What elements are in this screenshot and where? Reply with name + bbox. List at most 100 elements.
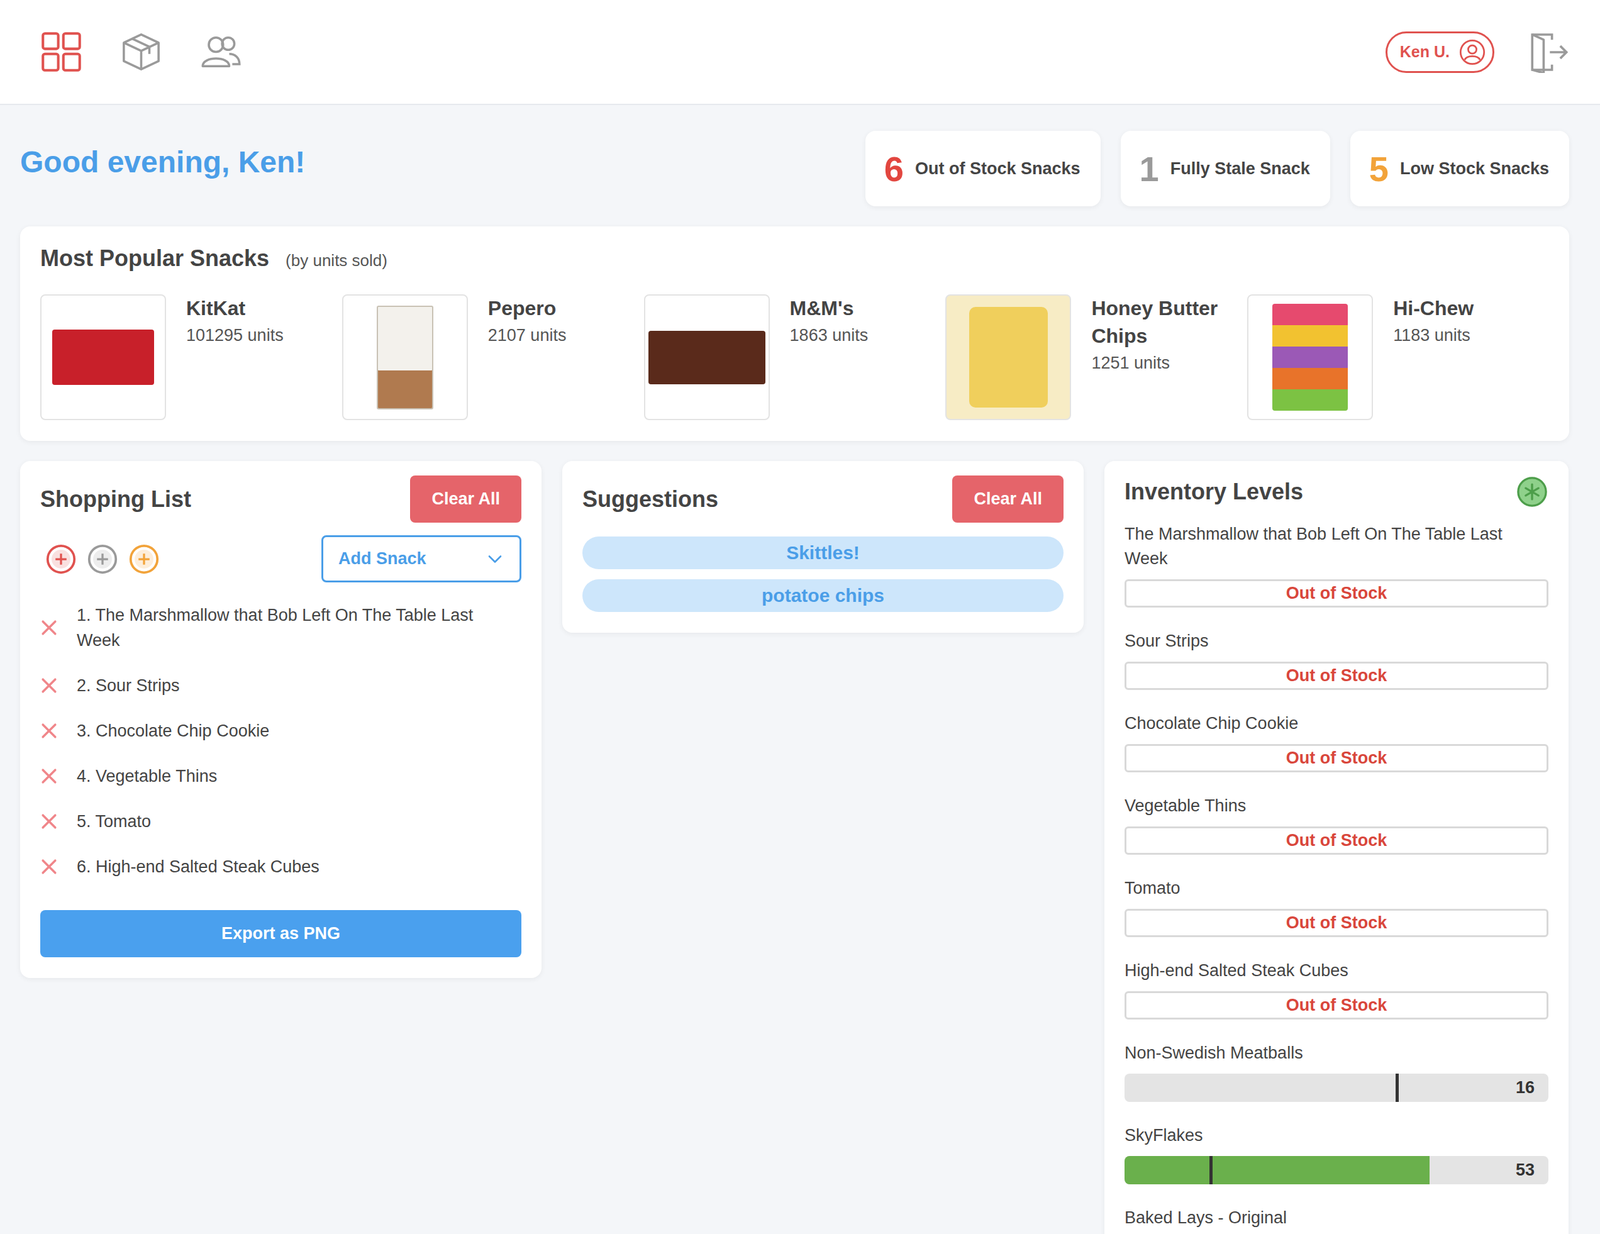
item-name: 4. Vegetable Thins — [76, 763, 480, 789]
threshold-marker — [1209, 1155, 1213, 1185]
logout-icon[interactable] — [1527, 31, 1569, 73]
box-icon[interactable] — [120, 31, 162, 73]
product-info: Honey Butter Chips1251 units — [1091, 294, 1224, 373]
product-info: Hi-Chew1183 units — [1393, 294, 1526, 346]
inventory-list: The Marshmallow that Bob Left On The Tab… — [1124, 522, 1549, 1231]
stat-count: 1 — [1139, 148, 1160, 190]
logout-button[interactable] — [1527, 31, 1569, 73]
inventory-item: Non-Swedish Meatballs 16 — [1124, 1040, 1549, 1102]
product-name: Pepero — [488, 294, 621, 323]
clear-all-button[interactable]: Clear All — [952, 475, 1064, 523]
product-units: 1863 units — [789, 325, 923, 346]
item-name: 1. The Marshmallow that Bob Left On The … — [76, 602, 480, 653]
popular-card: Most Popular Snacks(by units sold) KitKat… — [20, 226, 1570, 441]
inventory-item: The Marshmallow that Bob Left On The Tab… — [1124, 522, 1549, 608]
x-icon[interactable] — [40, 722, 58, 740]
inventory-title: Inventory Levels — [1124, 478, 1304, 506]
remove-button[interactable] — [40, 676, 58, 695]
suggestion-list: Skittles! potatoe chips — [582, 536, 1064, 612]
remove-button[interactable] — [40, 618, 58, 637]
product-image — [644, 294, 770, 421]
user-button[interactable]: Ken U. — [1385, 31, 1495, 73]
stat-card[interactable]: 5Low Stock Snacks — [1350, 130, 1570, 207]
dashboard-icon[interactable] — [40, 31, 82, 73]
suggestion-pill[interactable]: potatoe chips — [582, 579, 1064, 612]
stat-card[interactable]: 1 Fully Stale Snack — [1120, 130, 1331, 207]
plus-circle-icon[interactable] — [45, 543, 77, 575]
users-icon[interactable] — [200, 31, 242, 73]
product-info: KitKat101295 units — [186, 294, 319, 346]
product-name: Hi-Chew — [1393, 294, 1526, 323]
popular-item[interactable]: Pepero2107 units — [342, 294, 645, 421]
stat-card[interactable]: 6Out of Stock Snacks — [865, 130, 1101, 207]
stock-status: Out of Stock — [1124, 826, 1549, 855]
add-snack-dropdown[interactable]: Add Snack — [321, 535, 522, 583]
stock-status: Out of Stock — [1124, 908, 1549, 938]
remove-button[interactable] — [40, 812, 58, 831]
export-button[interactable]: Export as PNG — [40, 910, 522, 958]
add-inventory-button[interactable] — [1515, 475, 1549, 509]
product-units: 2107 units — [488, 325, 621, 346]
nav-item[interactable] — [120, 31, 162, 73]
panels-row: Shopping ListClear AllAdd Snack1. The Ma… — [20, 461, 1570, 1234]
plus-circle-icon[interactable] — [86, 543, 119, 575]
x-icon[interactable] — [40, 618, 58, 637]
x-icon[interactable] — [40, 676, 58, 695]
inventory-item: Vegetable ThinsOut of Stock — [1124, 793, 1549, 855]
item-name: High-end Salted Steak Cubes — [1124, 958, 1549, 984]
nav-item[interactable] — [200, 31, 242, 73]
remove-button[interactable] — [40, 722, 58, 740]
popular-item[interactable]: KitKat101295 units — [40, 294, 343, 421]
product-photo — [969, 306, 1048, 408]
popular-item[interactable]: M&M's1863 units — [644, 294, 946, 421]
remove-button[interactable] — [40, 767, 58, 785]
add-filter-button[interactable] — [45, 543, 77, 575]
suggestions-header: Suggestions Clear All — [582, 475, 1064, 523]
item-name: 6. High-end Salted Steak Cubes — [76, 854, 480, 880]
product-image — [342, 294, 468, 421]
x-icon[interactable] — [40, 812, 58, 831]
stat-label: Low Stock Snacks — [1400, 159, 1550, 179]
stock-count: 16 — [1515, 1073, 1535, 1102]
suggestion-pill[interactable]: Skittles! — [582, 536, 1064, 570]
add-filter-button[interactable] — [86, 543, 119, 575]
suggestions-title: Suggestions — [582, 486, 719, 513]
item-name: Tomato — [1124, 876, 1549, 901]
x-icon[interactable] — [40, 767, 58, 785]
product-units: 1183 units — [1393, 325, 1526, 346]
inventory-item: Sour StripsOut of Stock — [1124, 628, 1549, 690]
stat-label: Fully Stale Snack — [1170, 159, 1311, 179]
shopping-item: 6. High-end Salted Steak Cubes — [40, 844, 522, 890]
item-name: 5. Tomato — [76, 808, 480, 834]
item-name: SkyFlakes — [1124, 1123, 1549, 1148]
popular-header: Most Popular Snacks(by units sold) — [40, 245, 1550, 272]
asterisk-icon[interactable] — [1515, 475, 1549, 509]
x-icon[interactable] — [40, 857, 58, 876]
clear-all-button[interactable]: Clear All — [410, 475, 522, 523]
product-image — [40, 294, 167, 421]
item-name: 2. Sour Strips — [76, 672, 480, 699]
product-photo — [1272, 303, 1348, 411]
product-photo — [648, 330, 766, 385]
item-name: Non-Swedish Meatballs — [1124, 1040, 1549, 1066]
plus-circle-icon[interactable] — [128, 543, 160, 575]
nav-item[interactable] — [40, 31, 82, 73]
add-filter-button[interactable] — [128, 543, 160, 575]
main-content: Good evening, Ken!6Out of Stock Snacks1F… — [0, 130, 1600, 1234]
filter-buttons — [45, 543, 160, 575]
popular-list: KitKat101295 unitsPepero2107 unitsM&M's1… — [40, 294, 1550, 421]
stock-status: Out of Stock — [1124, 579, 1549, 608]
threshold-marker — [1395, 1073, 1399, 1102]
product-info: M&M's1863 units — [789, 294, 923, 346]
item-name: Baked Lays - Original — [1124, 1205, 1549, 1231]
remove-button[interactable] — [40, 857, 58, 876]
product-info: Pepero2107 units — [488, 294, 621, 346]
shopping-list-card: Shopping ListClear AllAdd Snack1. The Ma… — [20, 461, 542, 978]
header-actions: Ken U. — [1385, 31, 1569, 73]
popular-item[interactable]: Honey Butter Chips1251 units — [945, 294, 1248, 421]
inventory-item: SkyFlakes53 — [1124, 1123, 1549, 1185]
product-name: M&M's — [789, 294, 923, 323]
shopping-item: 5. Tomato — [40, 798, 522, 845]
popular-item[interactable]: Hi-Chew1183 units — [1247, 294, 1550, 421]
product-units: 101295 units — [186, 325, 319, 346]
